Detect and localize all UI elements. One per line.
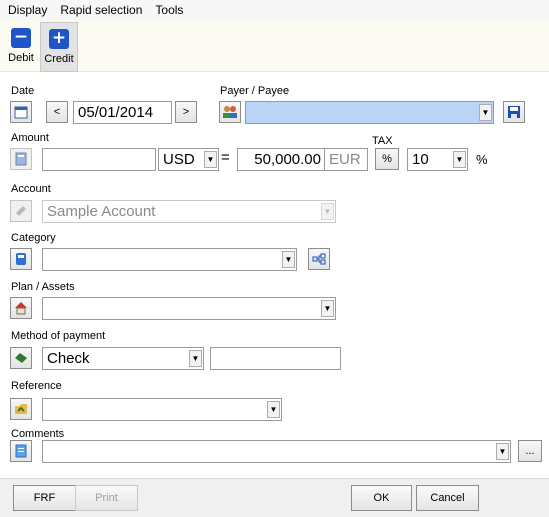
date-field[interactable]: 05/01/2014 — [73, 101, 172, 124]
category-select[interactable]: ▼ — [42, 248, 297, 271]
amount-label: Amount — [11, 132, 49, 144]
toolbar: − Debit + Credit — [0, 20, 549, 72]
notepad-icon — [15, 444, 27, 458]
payee-dropdown-arrow[interactable]: ▼ — [479, 104, 492, 121]
tax-percent-button[interactable]: % — [375, 148, 399, 170]
payment-number-field[interactable] — [210, 347, 341, 370]
credit-button[interactable]: + Credit — [40, 22, 78, 72]
menu-bar: Display Rapid selection Tools — [0, 0, 549, 20]
account-label: Account — [11, 183, 51, 195]
plan-button[interactable] — [10, 297, 32, 319]
calendar-icon — [14, 106, 28, 119]
calculator-icon — [15, 152, 27, 166]
date-label: Date — [11, 85, 35, 97]
tax-label: TAX — [372, 135, 393, 147]
money-icon — [15, 353, 27, 363]
plan-dropdown-arrow[interactable]: ▼ — [321, 300, 334, 317]
comments-field[interactable]: ▼ — [42, 440, 511, 463]
credit-label: Credit — [44, 53, 74, 65]
category-icon — [16, 253, 26, 265]
debit-button[interactable]: − Debit — [5, 22, 37, 72]
category-button[interactable] — [10, 248, 32, 270]
currency-dropdown-arrow[interactable]: ▼ — [204, 151, 217, 168]
plan-select[interactable]: ▼ — [42, 297, 336, 320]
converted-amount-field: 50,000.00 — [237, 148, 325, 171]
converted-currency: EUR — [324, 148, 368, 171]
payment-button[interactable] — [10, 347, 32, 369]
currency-select[interactable]: USD ▼ — [158, 148, 219, 171]
cancel-button[interactable]: Cancel — [416, 485, 479, 511]
payee-label: Payer / Payee — [220, 85, 290, 97]
account-button[interactable] — [10, 200, 32, 222]
comments-more-button[interactable]: ... — [518, 440, 542, 462]
wallet-icon — [16, 206, 26, 216]
plus-icon: + — [49, 29, 69, 49]
account-select[interactable]: Sample Account ▼ — [42, 200, 336, 223]
plan-label: Plan / Assets — [11, 281, 75, 293]
minus-icon: − — [11, 28, 31, 48]
reference-select[interactable]: ▼ — [42, 398, 282, 421]
contacts-icon — [223, 106, 237, 118]
currency-value: USD — [163, 151, 195, 168]
category-label: Category — [11, 232, 56, 244]
equals-sign: = — [221, 149, 230, 166]
calculator-button[interactable] — [10, 148, 32, 170]
menu-rapid-selection[interactable]: Rapid selection — [60, 3, 142, 17]
payment-label: Method of payment — [11, 330, 106, 342]
prev-date-button[interactable]: < — [46, 101, 68, 123]
reference-label: Reference — [11, 380, 62, 392]
house-icon — [15, 302, 27, 315]
reference-dropdown-arrow[interactable]: ▼ — [267, 401, 280, 418]
calendar-button[interactable] — [10, 101, 32, 123]
comments-label: Comments — [11, 428, 65, 440]
comments-dropdown-arrow[interactable]: ▼ — [496, 443, 509, 460]
ok-button[interactable]: OK — [351, 485, 412, 511]
next-date-button[interactable]: > — [175, 101, 197, 123]
tax-unit: % — [476, 152, 488, 167]
tax-dropdown-arrow[interactable]: ▼ — [453, 151, 466, 168]
folder-icon — [15, 404, 27, 414]
save-payee-button[interactable] — [503, 101, 525, 123]
category-dropdown-arrow[interactable]: ▼ — [282, 251, 295, 268]
print-button[interactable]: Print — [75, 485, 138, 511]
category-tree-button[interactable] — [308, 248, 330, 270]
payee-contacts-button[interactable] — [219, 101, 241, 123]
frf-button[interactable]: FRF — [13, 485, 76, 511]
menu-tools[interactable]: Tools — [155, 3, 183, 17]
tax-select[interactable]: 10 ▼ — [407, 148, 468, 171]
tree-icon — [312, 253, 326, 265]
account-value: Sample Account — [47, 203, 156, 220]
floppy-disk-icon — [508, 106, 520, 118]
payment-dropdown-arrow[interactable]: ▼ — [189, 350, 202, 367]
debit-label: Debit — [8, 52, 34, 64]
tax-value: 10 — [412, 151, 429, 168]
payment-select[interactable]: Check ▼ — [42, 347, 204, 370]
payment-value: Check — [47, 350, 90, 367]
account-dropdown-arrow[interactable]: ▼ — [321, 203, 334, 220]
comments-button[interactable] — [10, 440, 32, 462]
menu-display[interactable]: Display — [8, 3, 47, 17]
payee-field[interactable]: ▼ — [245, 101, 494, 124]
reference-button[interactable] — [10, 398, 32, 420]
amount-field[interactable] — [42, 148, 156, 171]
